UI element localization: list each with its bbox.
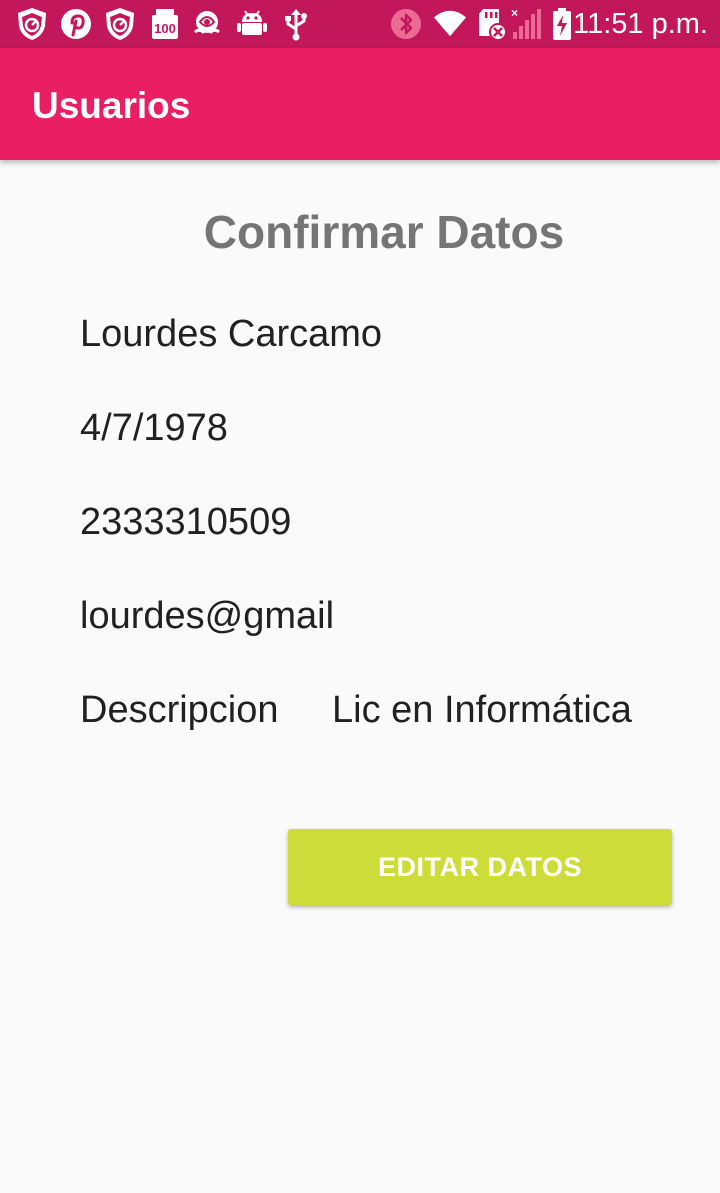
page-heading: Confirmar Datos xyxy=(203,206,565,258)
app-bar-title: Usuarios xyxy=(32,85,191,126)
svg-text:×: × xyxy=(511,7,518,20)
rose-icon xyxy=(190,6,224,42)
description-label: Descripcion xyxy=(80,689,279,731)
wifi-icon xyxy=(433,6,467,42)
email-text: lourdes@gmail xyxy=(80,595,335,637)
usb-icon xyxy=(279,6,313,42)
signal-icon: × xyxy=(509,6,543,42)
shield-speed-icon xyxy=(103,6,137,42)
sd-card-icon xyxy=(475,6,509,42)
status-bar: 100 × 11:51 p.m. xyxy=(0,0,720,48)
edit-data-button[interactable]: EDITAR DATOS xyxy=(288,829,672,905)
name-text: Lourdes Carcamo xyxy=(80,313,383,355)
status-time: 11:51 p.m. xyxy=(573,8,708,40)
app-bar: Usuarios xyxy=(0,48,720,160)
bluetooth-icon xyxy=(389,6,423,42)
pinterest-icon xyxy=(59,6,93,42)
shield-speed-icon xyxy=(15,6,49,42)
svg-text:100: 100 xyxy=(154,21,176,36)
birthdate-text: 4/7/1978 xyxy=(80,407,228,449)
android-icon xyxy=(235,6,269,42)
description-value: Lic en Informática xyxy=(332,689,632,731)
phone-text: 2333310509 xyxy=(80,501,292,543)
storage-100-icon: 100 xyxy=(148,6,182,42)
